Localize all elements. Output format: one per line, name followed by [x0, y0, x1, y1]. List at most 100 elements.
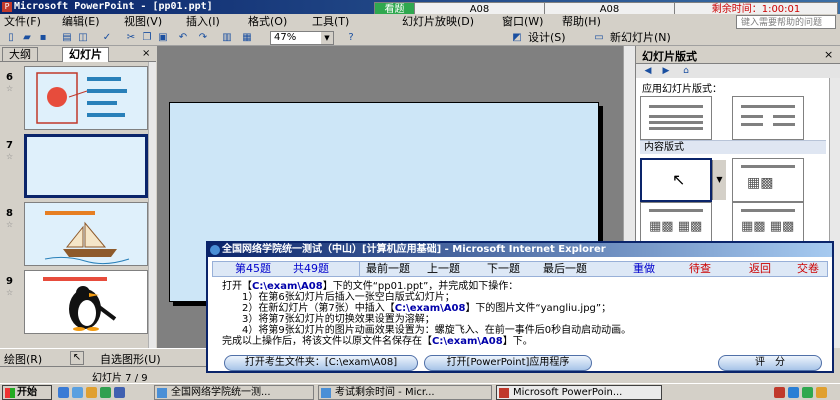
taskbar-task-powerpoint[interactable]: Microsoft PowerPoin... — [496, 385, 662, 400]
next-question-button[interactable]: 下一题 — [487, 262, 520, 276]
ie-quicklaunch-icon[interactable] — [58, 387, 69, 398]
print-icon[interactable]: ▤ — [60, 31, 74, 45]
insert-table-icon[interactable]: ▦ — [240, 31, 254, 45]
media-quicklaunch-icon[interactable] — [86, 387, 97, 398]
menu-edit[interactable]: 编辑(E) — [62, 15, 100, 29]
chevron-down-icon[interactable]: ▼ — [712, 160, 726, 200]
tray-icon[interactable] — [802, 387, 813, 398]
menu-file[interactable]: 文件(F) — [4, 15, 41, 29]
instruction-line: 4）将第9张幻灯片的图片动画效果设置为：螺旋飞入、在前一事件后0秒自动启动动画。 — [242, 325, 632, 336]
diagram-thumbnail-icon — [25, 67, 147, 129]
slide-thumbnail-8[interactable] — [24, 202, 148, 266]
menu-view[interactable]: 视图(V) — [124, 15, 162, 29]
panel-tabs: 大纲 幻灯片 × — [0, 46, 156, 62]
menu-help[interactable]: 帮助(H) — [562, 15, 601, 29]
menu-tools[interactable]: 工具(T) — [312, 15, 349, 29]
chevron-down-icon[interactable]: ▼ — [321, 32, 333, 44]
star-icon: ☆ — [6, 152, 14, 161]
thumbnail-scrollbar[interactable] — [148, 62, 156, 348]
layout-text-1[interactable] — [640, 96, 712, 140]
autoshapes-menu-button[interactable]: 自选图形(U) — [100, 351, 161, 367]
close-icon[interactable]: × — [824, 48, 833, 61]
format-icon[interactable]: ◩ — [510, 31, 524, 45]
status-bar: 幻灯片 7 / 9 — [0, 366, 206, 384]
slides-panel: 大纲 幻灯片 × 6 ☆ 7 ☆ 8 ☆ 9 ☆ — [0, 46, 156, 348]
start-button[interactable]: 开始 — [2, 385, 52, 400]
ie-icon — [157, 388, 167, 398]
taskpane-title: 幻灯片版式 — [642, 50, 697, 63]
new-icon[interactable]: ▯ — [4, 31, 18, 45]
prev-question-button[interactable]: 上一题 — [427, 262, 460, 276]
task-label: Microsoft PowerPoin... — [513, 387, 623, 398]
app-quicklaunch-icon[interactable] — [100, 387, 111, 398]
open-folder-button[interactable]: 打开考生文件夹：[C:\exam\A08] — [224, 355, 418, 371]
slide-thumbnail-7[interactable] — [24, 134, 148, 198]
layout-two-content[interactable]: ▦▩ ▦▩ — [732, 202, 804, 246]
content-layout-section: 内容版式 — [640, 140, 826, 154]
menu-format[interactable]: 格式(O) — [248, 15, 287, 29]
slide-number: 9 — [6, 276, 13, 287]
close-icon[interactable]: × — [142, 48, 150, 59]
ship-thumbnail-icon — [25, 203, 147, 265]
copy-icon[interactable]: ❐ — [140, 31, 154, 45]
help-icon[interactable]: ? — [344, 31, 358, 45]
open-icon[interactable]: ▰ — [20, 31, 34, 45]
score-button[interactable]: 评 分 — [718, 355, 822, 371]
content-placeholder-icon: ▦▩ — [747, 175, 774, 191]
pending-button[interactable]: 待查 — [689, 262, 711, 276]
menu-slideshow[interactable]: 幻灯片放映(D) — [402, 15, 474, 29]
tab-outline[interactable]: 大纲 — [2, 47, 38, 62]
tray-icon[interactable] — [816, 387, 827, 398]
total-questions: 共49题 — [293, 262, 329, 275]
design-button[interactable]: 设计(S) — [528, 31, 566, 45]
help-search-input[interactable]: 键入需要帮助的问题 — [736, 15, 836, 29]
last-question-button[interactable]: 最后一题 — [543, 262, 587, 276]
slide-thumbnail-6[interactable] — [24, 66, 148, 130]
apply-layout-label: 应用幻灯片版式： — [642, 84, 722, 95]
zoom-select[interactable]: 47% ▼ — [270, 31, 334, 45]
preview-icon[interactable]: ◫ — [76, 31, 90, 45]
layout-title-content[interactable]: ▦▩ ▦▩ — [640, 202, 712, 246]
windows-flag-icon — [5, 388, 15, 398]
tray-icon[interactable] — [774, 387, 785, 398]
menu-insert[interactable]: 插入(I) — [186, 15, 220, 29]
taskbar-task-timer[interactable]: 考试剩余时间 - Micr... — [318, 385, 492, 400]
cut-icon[interactable]: ✂ — [124, 31, 138, 45]
back-icon[interactable]: ◀ — [640, 65, 656, 77]
zoom-value: 47% — [274, 32, 297, 43]
save-icon[interactable]: ▪ — [36, 31, 50, 45]
layout-blank[interactable]: ↖ ▼ — [640, 158, 726, 202]
first-question-button[interactable]: 最前一题 — [359, 262, 410, 276]
return-button[interactable]: 返回 — [749, 262, 771, 276]
new-slide-button[interactable]: 新幻灯片(N) — [610, 31, 671, 45]
powerpoint-app-icon — [499, 388, 509, 398]
draw-menu-button[interactable]: 绘图(R) — [4, 351, 42, 367]
tray-icon[interactable] — [788, 387, 799, 398]
open-app-button[interactable]: 打开[PowerPoint]应用程序 — [424, 355, 592, 371]
insert-chart-icon[interactable]: ▥ — [220, 31, 234, 45]
windows-taskbar: 开始 全国网络学院统一测... 考试剩余时间 - Micr... Microso… — [0, 383, 840, 400]
dialog-titlebar: 全国网络学院统一测试（中山）[计算机应用基础] - Microsoft Inte… — [208, 243, 832, 257]
new-slide-icon[interactable]: ▭ — [592, 31, 606, 45]
star-icon: ☆ — [6, 288, 14, 297]
forward-icon[interactable]: ▶ — [658, 65, 674, 77]
menu-window[interactable]: 窗口(W) — [502, 15, 543, 29]
select-pointer-icon[interactable]: ↖ — [70, 351, 84, 365]
slide-thumbnail-9[interactable] — [24, 270, 148, 334]
layout-text-2[interactable] — [732, 96, 804, 140]
spell-icon[interactable]: ✓ — [100, 31, 114, 45]
submit-button[interactable]: 交卷 — [797, 262, 819, 276]
desktop-quicklaunch-icon[interactable] — [72, 387, 83, 398]
powerpoint-app-icon: P — [2, 2, 12, 12]
tab-slides[interactable]: 幻灯片 — [62, 47, 109, 62]
taskbar-task-exam[interactable]: 全国网络学院统一测... — [154, 385, 314, 400]
current-question: 第45题 — [235, 262, 271, 275]
undo-icon[interactable]: ↶ — [176, 31, 190, 45]
start-label: 开始 — [17, 387, 37, 398]
app-quicklaunch-icon[interactable] — [114, 387, 125, 398]
layout-content[interactable]: ▦▩ — [732, 158, 804, 202]
redo-icon[interactable]: ↷ — [196, 31, 210, 45]
paste-icon[interactable]: ▣ — [156, 31, 170, 45]
redo-button[interactable]: 重做 — [633, 262, 655, 276]
home-icon[interactable]: ⌂ — [678, 65, 694, 77]
